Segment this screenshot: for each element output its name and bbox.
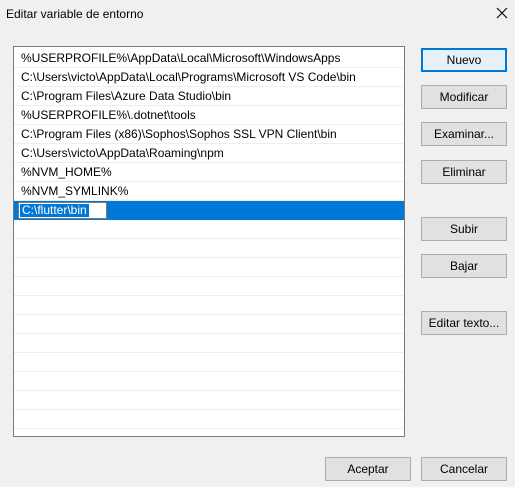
empty-row	[14, 277, 404, 296]
empty-row	[14, 239, 404, 258]
empty-row	[14, 315, 404, 334]
empty-row	[14, 220, 404, 239]
edit-button[interactable]: Modificar	[421, 85, 507, 109]
empty-row	[14, 258, 404, 277]
list-item[interactable]: C:\Program Files (x86)\Sophos\Sophos SSL…	[14, 125, 404, 144]
empty-row	[14, 410, 404, 429]
list-item[interactable]: %USERPROFILE%\AppData\Local\Microsoft\Wi…	[14, 49, 404, 68]
list-item[interactable]: %NVM_SYMLINK%	[14, 182, 404, 201]
list-item[interactable]: %NVM_HOME%	[14, 163, 404, 182]
list-item[interactable]: C:\Users\victo\AppData\Roaming\npm	[14, 144, 404, 163]
list-item-label: C:\Program Files (x86)\Sophos\Sophos SSL…	[21, 127, 337, 141]
list-item[interactable]: %USERPROFILE%\.dotnet\tools	[14, 106, 404, 125]
inline-edit-selected-text: C:\flutter\bin	[20, 203, 89, 217]
move-up-button[interactable]: Subir	[421, 217, 507, 241]
list-item-label: %USERPROFILE%\.dotnet\tools	[21, 108, 196, 122]
list-item-label: %USERPROFILE%\AppData\Local\Microsoft\Wi…	[21, 51, 341, 65]
list-item-selected[interactable]: C:\flutter\bin	[14, 201, 404, 220]
new-button[interactable]: Nuevo	[421, 48, 507, 72]
path-list[interactable]: %USERPROFILE%\AppData\Local\Microsoft\Wi…	[13, 46, 405, 437]
inline-edit-field[interactable]: C:\flutter\bin	[18, 202, 107, 219]
close-icon	[496, 7, 508, 19]
empty-row	[14, 372, 404, 391]
list-item-label: %NVM_HOME%	[21, 165, 112, 179]
edit-environment-variable-dialog: Editar variable de entorno %USERPROFILE%…	[0, 0, 515, 487]
list-item-label: C:\Users\victo\AppData\Local\Programs\Mi…	[21, 70, 356, 84]
edit-text-button[interactable]: Editar texto...	[421, 311, 507, 335]
browse-button[interactable]: Examinar...	[421, 122, 507, 146]
close-button[interactable]	[490, 2, 514, 24]
empty-row	[14, 391, 404, 410]
list-item-label: C:\Users\victo\AppData\Roaming\npm	[21, 146, 224, 160]
empty-row	[14, 353, 404, 372]
cancel-button[interactable]: Cancelar	[421, 457, 507, 481]
accept-button[interactable]: Aceptar	[325, 457, 411, 481]
list-item-label: %NVM_SYMLINK%	[21, 184, 129, 198]
delete-button[interactable]: Eliminar	[421, 160, 507, 184]
empty-row	[14, 296, 404, 315]
list-item[interactable]: C:\Users\victo\AppData\Local\Programs\Mi…	[14, 68, 404, 87]
empty-row	[14, 334, 404, 353]
list-item-label: C:\Program Files\Azure Data Studio\bin	[21, 89, 232, 103]
move-down-button[interactable]: Bajar	[421, 254, 507, 278]
list-item[interactable]: C:\Program Files\Azure Data Studio\bin	[14, 87, 404, 106]
window-title: Editar variable de entorno	[6, 7, 144, 21]
